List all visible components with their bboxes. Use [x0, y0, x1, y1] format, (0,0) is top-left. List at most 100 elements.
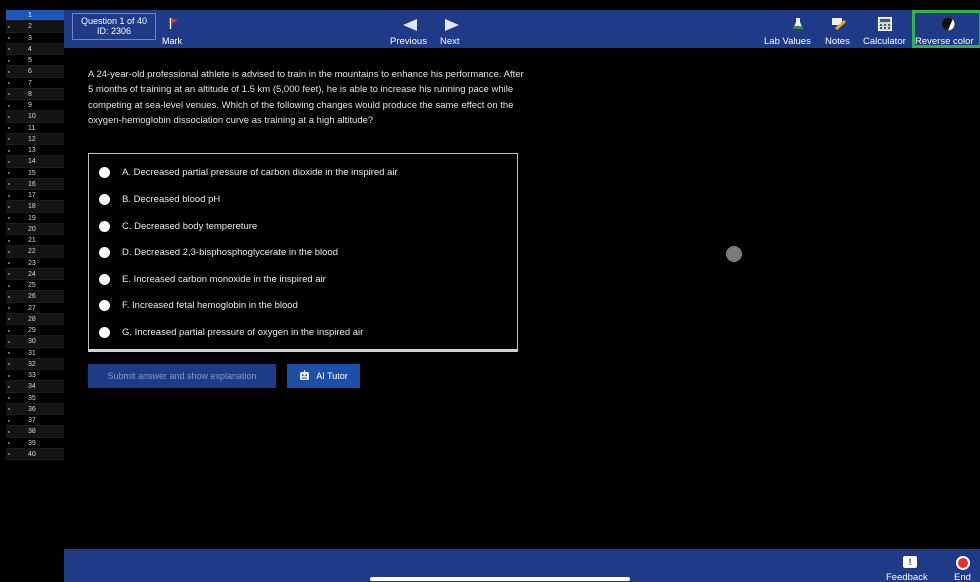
- question-nav-item[interactable]: 33: [6, 370, 64, 382]
- unanswered-dot-icon: [8, 160, 10, 163]
- question-nav-number: 22: [28, 248, 36, 256]
- question-nav-number: 15: [28, 169, 36, 177]
- feedback-button[interactable]: Feedback: [886, 572, 928, 582]
- question-info: Question 1 of 40 ID: 2306: [72, 13, 156, 40]
- unanswered-dot-icon: [8, 340, 10, 343]
- question-nav-item[interactable]: 21: [6, 235, 64, 247]
- question-nav-item[interactable]: 28: [6, 313, 64, 325]
- question-nav-item[interactable]: 8: [6, 88, 64, 100]
- question-nav-item[interactable]: 1: [6, 10, 64, 22]
- previous-button[interactable]: Previous: [390, 36, 427, 47]
- lab-values-button[interactable]: Lab Values: [764, 36, 811, 47]
- ai-tutor-button[interactable]: AI Tutor: [287, 364, 360, 388]
- question-nav-item[interactable]: 11: [6, 123, 64, 134]
- choice-c[interactable]: C. Decreased body tempereture: [99, 216, 499, 236]
- unanswered-dot-icon: [8, 217, 10, 219]
- unanswered-dot-icon: [8, 183, 10, 186]
- next-button[interactable]: Next: [440, 36, 460, 47]
- question-nav-item[interactable]: 17: [6, 190, 64, 202]
- mark-button[interactable]: Mark: [162, 36, 182, 46]
- question-nav-item[interactable]: 2: [6, 21, 64, 33]
- question-nav-item[interactable]: 10: [6, 111, 64, 123]
- choice-d[interactable]: D. Decreased 2,3-bisphosphoglycerate in …: [99, 242, 499, 262]
- end-button[interactable]: End: [954, 572, 971, 582]
- flag-icon[interactable]: [169, 16, 179, 34]
- question-nav-item[interactable]: 4: [6, 43, 64, 55]
- choice-a[interactable]: A. Decreased partial pressure of carbon …: [99, 162, 499, 182]
- unanswered-dot-icon: [8, 194, 10, 197]
- unanswered-dot-icon: [8, 59, 10, 62]
- radio-button[interactable]: [99, 193, 110, 205]
- question-nav-item[interactable]: 20: [6, 223, 64, 235]
- radio-button[interactable]: [99, 273, 110, 285]
- question-nav-item[interactable]: 32: [6, 358, 64, 370]
- end-icon[interactable]: [956, 556, 970, 570]
- question-nav-item[interactable]: 18: [6, 201, 64, 213]
- question-nav-item[interactable]: 29: [6, 325, 64, 337]
- question-nav-item[interactable]: 12: [6, 133, 64, 145]
- radio-button[interactable]: [99, 220, 110, 232]
- question-nav-number: 39: [28, 439, 36, 447]
- radio-button[interactable]: [99, 166, 110, 178]
- calculator-icon[interactable]: [878, 17, 892, 36]
- question-nav-item[interactable]: 22: [6, 246, 64, 258]
- unanswered-dot-icon: [8, 385, 10, 388]
- notes-pencil-icon[interactable]: [831, 17, 847, 36]
- question-nav-item[interactable]: 36: [6, 403, 64, 415]
- question-nav-item[interactable]: 5: [6, 55, 64, 67]
- question-nav-item[interactable]: 23: [6, 258, 64, 269]
- question-nav-item[interactable]: 39: [6, 438, 64, 449]
- choice-f[interactable]: F. Increased fetal hemoglobin in the blo…: [99, 295, 499, 315]
- radio-button[interactable]: [99, 246, 110, 258]
- notes-button[interactable]: Notes: [825, 36, 850, 47]
- unanswered-dot-icon: [8, 352, 10, 354]
- question-nav-item[interactable]: 27: [6, 303, 64, 314]
- question-nav-item[interactable]: 24: [6, 268, 64, 280]
- question-nav-number: 24: [28, 270, 36, 278]
- question-nav-item[interactable]: 15: [6, 168, 64, 179]
- question-nav-item[interactable]: 14: [6, 156, 64, 168]
- unanswered-dot-icon: [8, 138, 10, 141]
- choice-g[interactable]: G. Increased partial pressure of oxygen …: [99, 322, 499, 342]
- submit-answer-button[interactable]: Submit answer and show explanation: [88, 364, 276, 388]
- radio-button[interactable]: [99, 299, 110, 311]
- reverse-color-button[interactable]: Reverse color: [912, 10, 980, 48]
- question-nav-item[interactable]: 31: [6, 348, 64, 359]
- question-nav-item[interactable]: 37: [6, 415, 64, 427]
- question-nav-number: 27: [28, 304, 36, 312]
- answer-choices: A. Decreased partial pressure of carbon …: [88, 153, 518, 352]
- choice-b[interactable]: B. Decreased blood pH: [99, 189, 499, 209]
- question-nav-number: 26: [28, 293, 36, 301]
- question-nav-item[interactable]: 25: [6, 280, 64, 292]
- previous-arrow-icon[interactable]: [402, 18, 418, 36]
- question-stem: A 24-year-old professional athlete is ad…: [88, 69, 524, 127]
- question-nav-item[interactable]: 13: [6, 145, 64, 157]
- question-nav-item[interactable]: 26: [6, 291, 64, 303]
- next-arrow-icon[interactable]: [444, 18, 460, 36]
- radio-button[interactable]: [99, 326, 110, 338]
- question-nav-item[interactable]: 40: [6, 448, 64, 460]
- question-nav-item[interactable]: 16: [6, 178, 64, 190]
- calculator-button[interactable]: Calculator: [863, 36, 906, 47]
- question-nav-item[interactable]: 19: [6, 213, 64, 224]
- question-nav-item[interactable]: 9: [6, 100, 64, 112]
- feedback-icon[interactable]: !: [903, 556, 917, 568]
- unanswered-dot-icon: [8, 205, 10, 208]
- question-nav-number: 4: [28, 45, 32, 53]
- question-nav-number: 13: [28, 147, 36, 154]
- question-nav-item[interactable]: 6: [6, 66, 64, 78]
- question-nav-item[interactable]: 3: [6, 33, 64, 44]
- question-nav-item[interactable]: 35: [6, 393, 64, 404]
- question-nav-item[interactable]: 38: [6, 426, 64, 438]
- choice-e[interactable]: E. Increased carbon monoxide in the insp…: [99, 269, 499, 289]
- unanswered-dot-icon: [8, 115, 10, 118]
- flask-icon[interactable]: [792, 17, 804, 36]
- question-nav-number: 29: [28, 327, 36, 334]
- question-nav-number: 17: [28, 192, 36, 199]
- home-indicator: [370, 577, 630, 581]
- question-nav-item[interactable]: 7: [6, 78, 64, 89]
- unanswered-dot-icon: [8, 250, 10, 253]
- question-nav-item[interactable]: 30: [6, 336, 64, 348]
- unanswered-dot-icon: [8, 93, 10, 96]
- question-nav-item[interactable]: 34: [6, 381, 64, 393]
